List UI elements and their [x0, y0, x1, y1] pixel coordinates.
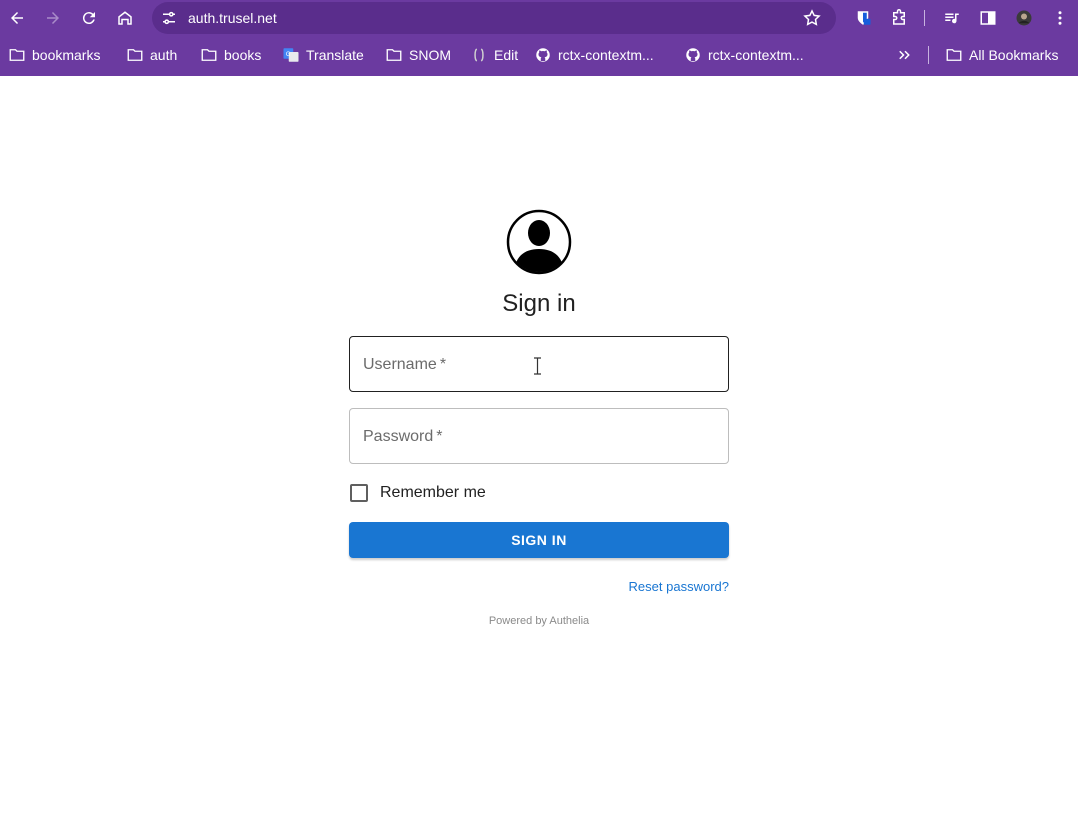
arrow-right-icon — [47, 12, 59, 24]
reload-icon — [82, 12, 95, 25]
bookmark-label: Edit — [494, 47, 519, 63]
bookmark-github-2[interactable]: rctx-contextm... — [684, 45, 804, 65]
bookmark-star-icon[interactable] — [802, 8, 822, 28]
github-icon — [686, 48, 700, 62]
side-panel-icon — [980, 11, 996, 25]
bookmark-label: rctx-contextm... — [558, 47, 654, 63]
site-settings-icon[interactable] — [160, 9, 178, 27]
bookmark-label: rctx-contextm... — [708, 47, 804, 63]
text-cursor-icon — [534, 357, 541, 375]
back-button[interactable] — [3, 4, 31, 32]
github-icon — [536, 48, 550, 62]
address-bar[interactable]: auth.trusel.net — [152, 2, 836, 34]
reset-password-link[interactable]: Reset password? — [560, 579, 729, 594]
folder-icon — [127, 49, 143, 61]
menu-button[interactable] — [1046, 4, 1074, 32]
media-control-button[interactable] — [938, 4, 966, 32]
toolbar-divider — [924, 10, 925, 26]
powered-by-text: Powered by Authelia — [488, 615, 590, 627]
extension-bitwarden-button[interactable] — [849, 4, 877, 32]
sign-in-button[interactable]: SIGN IN — [349, 522, 729, 558]
all-bookmarks-button[interactable]: All Bookmarks — [945, 45, 1058, 65]
folder-icon — [946, 49, 962, 61]
forward-button[interactable] — [39, 4, 67, 32]
chevron-double-right-icon — [899, 50, 910, 60]
queue-music-icon — [945, 13, 959, 24]
folder-icon — [9, 49, 25, 61]
bookmark-label: bookmarks — [32, 47, 101, 63]
bookmark-folder-bookmarks[interactable]: bookmarks — [8, 45, 100, 65]
kebab-menu-icon — [1058, 11, 1062, 25]
bookmark-folder-auth[interactable]: auth — [126, 45, 177, 65]
all-bookmarks-label: All Bookmarks — [969, 47, 1059, 63]
bookmark-translate[interactable]: G Translate — [282, 45, 364, 65]
user-avatar-icon — [506, 209, 572, 275]
bookmarks-bar: bookmarks auth books G Translate SNOM Ed… — [0, 38, 1078, 72]
password-placeholder: Password * — [363, 428, 443, 445]
bookmarks-overflow-button[interactable] — [896, 45, 914, 65]
home-icon — [118, 11, 132, 25]
bookmark-label: auth — [150, 47, 178, 63]
puzzle-icon — [893, 9, 905, 25]
home-button[interactable] — [111, 4, 139, 32]
remember-me-label[interactable]: Remember me — [380, 484, 486, 502]
bookmark-github-1[interactable]: rctx-contextm... — [534, 45, 654, 65]
password-field[interactable]: Password * — [349, 408, 729, 464]
profile-button[interactable] — [1010, 4, 1038, 32]
edit-icon — [474, 48, 484, 62]
bookmark-label: Translate — [306, 47, 364, 63]
bookmarks-divider — [928, 46, 929, 64]
browser-toolbar: auth.trusel.net — [0, 0, 1078, 36]
page-title: Sign in — [502, 290, 576, 317]
arrow-left-icon — [11, 12, 23, 24]
bookmark-edit[interactable]: Edit — [470, 45, 518, 65]
extensions-button[interactable] — [885, 4, 913, 32]
bookmark-folder-books[interactable]: books — [200, 45, 261, 65]
bookmark-label: SNOM — [409, 47, 451, 63]
url-text: auth.trusel.net — [188, 10, 277, 26]
username-placeholder: Username * — [363, 356, 447, 373]
reload-button[interactable] — [75, 4, 103, 32]
bookmark-label: books — [224, 47, 262, 63]
folder-icon — [386, 49, 402, 61]
remember-me-checkbox[interactable] — [350, 484, 368, 502]
bookmark-folder-snom[interactable]: SNOM — [385, 45, 451, 65]
svg-text:G: G — [286, 51, 291, 58]
folder-icon — [201, 49, 217, 61]
profile-avatar-icon — [1016, 10, 1032, 26]
browser-chrome: auth.trusel.net bookmarks auth books G T… — [0, 0, 1078, 76]
translate-icon: G — [283, 48, 299, 62]
shield-icon — [857, 11, 871, 25]
side-panel-button[interactable] — [974, 4, 1002, 32]
remember-me-row[interactable]: Remember me — [349, 482, 486, 504]
